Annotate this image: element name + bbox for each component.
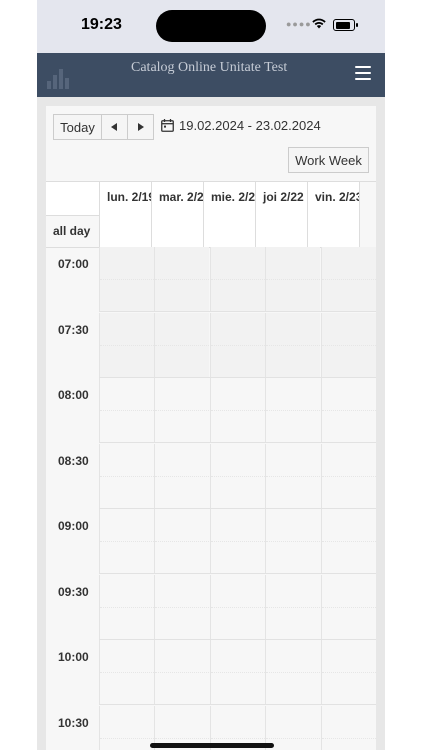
time-slot-cell[interactable] (320, 312, 376, 378)
time-slot-row: 09:00 (46, 509, 376, 574)
time-slot-cell[interactable] (99, 574, 154, 640)
time-slot-cell[interactable] (99, 312, 154, 378)
time-slot-cell[interactable] (265, 443, 321, 509)
wifi-icon (312, 18, 326, 29)
time-slot-cell[interactable] (320, 443, 376, 509)
dynamic-island (156, 10, 266, 42)
time-slot-cell[interactable] (265, 247, 321, 312)
time-slot-cell[interactable] (154, 509, 210, 574)
time-slot-label: 07:30 (58, 322, 89, 337)
time-slot-cell[interactable] (154, 378, 210, 443)
all-day-row: all day (46, 214, 376, 248)
time-slot-row: 09:30 (46, 574, 376, 640)
today-button[interactable]: Today (53, 114, 102, 140)
app-title: Catalog Online Unitate Test (131, 60, 288, 75)
all-day-cell[interactable] (203, 214, 255, 247)
all-day-cell[interactable] (307, 214, 359, 247)
time-slot-cell[interactable] (99, 378, 154, 443)
time-slot-row: 07:30 (46, 312, 376, 378)
time-slot-cell[interactable] (265, 312, 321, 378)
status-bar: 19:23 ●●●● (37, 0, 385, 53)
bar-chart-logo-icon (47, 69, 69, 89)
time-slot-row: 07:00 (46, 247, 376, 312)
all-day-cell[interactable] (255, 214, 307, 247)
day-header[interactable]: lun. 2/19 (99, 182, 151, 215)
time-slot-row: 08:00 (46, 378, 376, 443)
phone-screen: 19:23 ●●●● Catalog Online Unitate Test T… (37, 0, 385, 750)
time-slot-cell[interactable] (209, 247, 265, 312)
all-day-cell[interactable] (99, 214, 151, 247)
time-slot-label: 10:00 (58, 650, 89, 664)
battery-icon (333, 19, 358, 31)
status-time: 19:23 (81, 16, 122, 33)
prev-week-button[interactable] (101, 114, 128, 140)
date-range-picker[interactable]: 19.02.2024 - 23.02.2024 (161, 118, 321, 133)
time-slot-cell[interactable] (320, 509, 376, 574)
day-header-row: lun. 2/19 mar. 2/20 mie. 2/21 joi 2/22 v… (46, 181, 376, 216)
day-header[interactable]: joi 2/22 (255, 182, 307, 215)
time-slot-row: 10:00 (46, 640, 376, 705)
time-slot-cell[interactable] (99, 705, 154, 750)
calendar-icon (161, 119, 174, 132)
time-slot-cell[interactable] (154, 443, 210, 509)
time-slot-cell[interactable] (209, 509, 265, 574)
time-slot-cell[interactable] (265, 378, 321, 443)
time-slot-cell[interactable] (209, 640, 265, 705)
time-slot-label: 09:00 (58, 519, 89, 533)
home-indicator (150, 743, 274, 748)
scroll-gutter (359, 214, 376, 247)
time-slot-cell[interactable] (320, 247, 376, 312)
time-slot-cell[interactable] (99, 443, 154, 509)
time-slot-cell[interactable] (154, 247, 210, 312)
next-week-button[interactable] (127, 114, 154, 140)
menu-hamburger-icon[interactable] (355, 66, 371, 80)
day-header[interactable]: mie. 2/21 (203, 182, 255, 215)
time-slot-label: 08:30 (58, 453, 89, 468)
time-slot-cell[interactable] (320, 574, 376, 640)
time-slot-cell[interactable] (320, 705, 376, 750)
triangle-left-icon (111, 123, 117, 131)
time-slot-cell[interactable] (265, 509, 321, 574)
navbar: Catalog Online Unitate Test (37, 53, 385, 97)
time-slot-cell[interactable] (320, 378, 376, 443)
triangle-right-icon (138, 123, 144, 131)
time-slot-cell[interactable] (99, 509, 154, 574)
date-range-text: 19.02.2024 - 23.02.2024 (179, 118, 321, 133)
time-slot-cell[interactable] (99, 247, 154, 312)
time-slot-cell[interactable] (154, 574, 210, 640)
time-slot-cell[interactable] (265, 574, 321, 640)
day-header[interactable]: vin. 2/23 (307, 182, 359, 215)
signal-dots-icon: ●●●● (286, 19, 312, 29)
work-week-button[interactable]: Work Week (288, 147, 369, 173)
all-day-label: all day (53, 224, 91, 238)
time-slot-cell[interactable] (320, 640, 376, 705)
time-slot-cell[interactable] (209, 443, 265, 509)
scroll-gutter (359, 182, 376, 215)
time-slot-cell[interactable] (154, 640, 210, 705)
calendar-panel: Today 19.02.2024 - 23.02.2024 Work Week … (46, 106, 376, 750)
time-slot-label: 10:30 (58, 715, 89, 730)
time-slot-cell[interactable] (209, 312, 265, 378)
time-slot-cell[interactable] (209, 378, 265, 443)
time-slot-row: 08:30 (46, 443, 376, 509)
time-slot-cell[interactable] (209, 574, 265, 640)
time-slot-cell[interactable] (154, 312, 210, 378)
all-day-cell[interactable] (151, 214, 203, 247)
day-header[interactable]: mar. 2/20 (151, 182, 203, 215)
time-slot-label: 08:00 (58, 388, 89, 402)
time-slot-label: 09:30 (58, 584, 89, 599)
time-slot-cell[interactable] (99, 640, 154, 705)
time-slot-cell[interactable] (265, 640, 321, 705)
time-slot-label: 07:00 (58, 257, 89, 271)
